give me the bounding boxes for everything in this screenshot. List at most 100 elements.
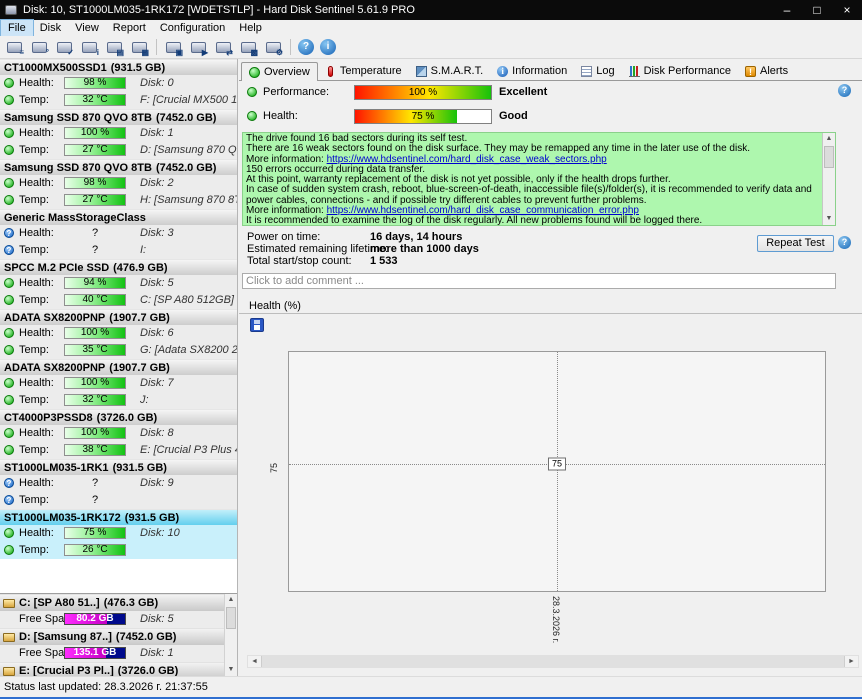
disk-test-icon[interactable]: ▶ xyxy=(189,38,208,56)
chart-point-label: 75 xyxy=(548,458,566,471)
badge-glyph: ▶ xyxy=(202,48,208,57)
menu-item-file[interactable]: File xyxy=(1,20,33,36)
tab-s-m-a-r-t[interactable]: S.M.A.R.T. xyxy=(409,62,491,80)
partition-scrollbar[interactable]: ▲ ▼ xyxy=(224,594,237,676)
disk-name: SPCC M.2 PCIe SSD xyxy=(4,262,109,274)
disk-entry[interactable]: ADATA SX8200PNP (1907.7 GB) Health: 100 … xyxy=(0,359,237,409)
disk-information-icon[interactable]: i xyxy=(80,38,99,56)
close-button[interactable]: × xyxy=(832,0,862,20)
disk-name: CT4000P3PSSD8 xyxy=(4,412,93,424)
disk-entry-header[interactable]: ADATA SX8200PNP (1907.7 GB) xyxy=(0,359,237,375)
panels-icon[interactable]: ▣ xyxy=(164,38,183,56)
health-label: Health: xyxy=(19,77,54,89)
disk-entry[interactable]: ST1000LM035-1RK172 (931.5 GB) Health: 75… xyxy=(0,509,237,559)
network-transfer-icon[interactable]: ⇄ xyxy=(214,38,233,56)
disk-entry[interactable]: Samsung SSD 870 QVO 8TB (7452.0 GB) Heal… xyxy=(0,159,237,209)
comment-input[interactable] xyxy=(242,273,836,289)
partition-header[interactable]: E: [Crucial P3 Pl..] (3726.0 GB) xyxy=(0,662,224,676)
menu-item-configuration[interactable]: Configuration xyxy=(153,20,232,36)
disk-entry-header[interactable]: ADATA SX8200PNP (1907.7 GB) xyxy=(0,309,237,325)
disk-entry[interactable]: ADATA SX8200PNP (1907.7 GB) Health: 100 … xyxy=(0,309,237,359)
partition-header[interactable]: C: [SP A80 51..] (476.3 GB) xyxy=(0,594,224,611)
disk-entry-header[interactable]: ST1000LM035-1RK1 (931.5 GB) xyxy=(0,459,237,475)
repeat-test-button[interactable]: Repeat Test xyxy=(757,235,834,252)
menu-item-disk[interactable]: Disk xyxy=(33,20,68,36)
health-bar: 100 % xyxy=(64,377,126,389)
tab-log[interactable]: Log xyxy=(574,62,621,80)
disk-entry-header[interactable]: Samsung SSD 870 QVO 8TB (7452.0 GB) xyxy=(0,159,237,175)
temp-label: Temp: xyxy=(19,394,49,406)
scroll-right-icon[interactable]: ► xyxy=(845,656,858,667)
temp-led-icon xyxy=(4,395,14,405)
description-text: In case of sudden system crash, reboot, … xyxy=(246,184,812,205)
scroll-left-icon[interactable]: ◄ xyxy=(248,656,261,667)
disk-temperature-icon[interactable]: ° xyxy=(30,38,49,56)
disk-performance-icon[interactable]: ▦ xyxy=(130,38,149,56)
information-icon xyxy=(497,66,508,77)
disk-entry[interactable]: CT1000MX500SSD1 (931.5 GB) Health: 98 % … xyxy=(0,59,237,109)
drive-letter: J: xyxy=(140,394,149,406)
scroll-thumb[interactable] xyxy=(824,146,834,168)
disk-entry-header[interactable]: Generic MassStorageClass xyxy=(0,209,237,225)
disk-entry-header[interactable]: SPCC M.2 PCIe SSD (476.9 GB) xyxy=(0,259,237,275)
drive-letter: F: [Crucial MX500 1TB] xyxy=(140,94,237,106)
menu-item-view[interactable]: View xyxy=(68,20,106,36)
maximize-button[interactable]: □ xyxy=(802,0,832,20)
temp-label: Temp: xyxy=(19,94,49,106)
help-icon[interactable]: ? xyxy=(298,39,314,55)
disk-name: ST1000LM035-1RK172 xyxy=(4,512,121,524)
disk-log-icon[interactable]: ▤ xyxy=(105,38,124,56)
info-icon[interactable]: i xyxy=(320,39,336,55)
disk-number: Disk: 5 xyxy=(140,613,174,625)
temp-label: Temp: xyxy=(19,144,49,156)
scroll-up-icon[interactable]: ▲ xyxy=(823,133,835,145)
drive-letter: D: [Samsung 870 QVO 8TB] xyxy=(140,144,237,156)
performance-help-icon[interactable]: ? xyxy=(838,84,851,97)
scroll-thumb[interactable] xyxy=(261,656,845,667)
tab-temperature[interactable]: Temperature xyxy=(318,62,409,80)
disk-number: Disk: 6 xyxy=(140,327,174,339)
disk-overview-icon[interactable]: ≡ xyxy=(5,38,24,56)
minimize-button[interactable]: – xyxy=(772,0,802,20)
chart-horizontal-scrollbar[interactable]: ◄ ► xyxy=(247,655,859,668)
tab-label: Overview xyxy=(264,66,310,78)
disk-entry-header[interactable]: CT4000P3PSSD8 (3726.0 GB) xyxy=(0,409,237,425)
tab-overview[interactable]: Overview xyxy=(241,62,318,81)
description-scrollbar[interactable]: ▲ ▼ xyxy=(822,133,835,225)
temp-led-icon xyxy=(4,345,14,355)
disk-number: Disk: 1 xyxy=(140,647,174,659)
disk-smart-icon[interactable]: ✓ xyxy=(55,38,74,56)
disk-entry[interactable]: SPCC M.2 PCIe SSD (476.9 GB) Health: 94 … xyxy=(0,259,237,309)
tab-information[interactable]: Information xyxy=(490,62,574,80)
health-history-chart: 75 xyxy=(288,351,826,592)
disk-entry-header[interactable]: CT1000MX500SSD1 (931.5 GB) xyxy=(0,59,237,75)
surface-map-icon[interactable]: ▩ xyxy=(239,38,258,56)
temp-bar: 27 °C xyxy=(64,144,126,156)
disk-settings-icon[interactable]: ⚙ xyxy=(264,38,283,56)
disk-entry-header[interactable]: ST1000LM035-1RK172 (931.5 GB) xyxy=(0,509,237,525)
menu-item-help[interactable]: Help xyxy=(232,20,269,36)
disk-entry[interactable]: ST1000LM035-1RK1 (931.5 GB) ? Health: ? … xyxy=(0,459,237,509)
toolbar-separator xyxy=(156,39,157,55)
partition-header[interactable]: D: [Samsung 87..] (7452.0 GB) xyxy=(0,628,224,645)
health-bar: ? xyxy=(64,227,126,239)
temp-led-icon xyxy=(4,545,14,555)
scroll-up-icon[interactable]: ▲ xyxy=(225,594,237,606)
tab-alerts[interactable]: Alerts xyxy=(738,62,795,80)
disk-entry[interactable]: Generic MassStorageClass ? Health: ? Dis… xyxy=(0,209,237,259)
temp-bar: 40 °C xyxy=(64,294,126,306)
status-description-box: The drive found 16 bad sectors during it… xyxy=(242,132,836,226)
disk-entry-header[interactable]: Samsung SSD 870 QVO 8TB (7452.0 GB) xyxy=(0,109,237,125)
health-led-icon: ? xyxy=(4,228,14,238)
scroll-down-icon[interactable]: ▼ xyxy=(823,213,835,225)
lifetime-help-icon[interactable]: ? xyxy=(838,236,851,249)
tab-disk-performance[interactable]: Disk Performance xyxy=(622,62,738,80)
scroll-thumb[interactable] xyxy=(226,607,236,629)
disk-entry[interactable]: CT4000P3PSSD8 (3726.0 GB) Health: 100 % … xyxy=(0,409,237,459)
disk-entry[interactable]: Samsung SSD 870 QVO 8TB (7452.0 GB) Heal… xyxy=(0,109,237,159)
performance-label: Performance: xyxy=(263,86,329,98)
drive-letter: G: [Adata SX8200 2TB 2] xyxy=(140,344,237,356)
menu-item-report[interactable]: Report xyxy=(106,20,153,36)
scroll-down-icon[interactable]: ▼ xyxy=(225,664,237,676)
save-chart-icon[interactable] xyxy=(250,318,264,332)
